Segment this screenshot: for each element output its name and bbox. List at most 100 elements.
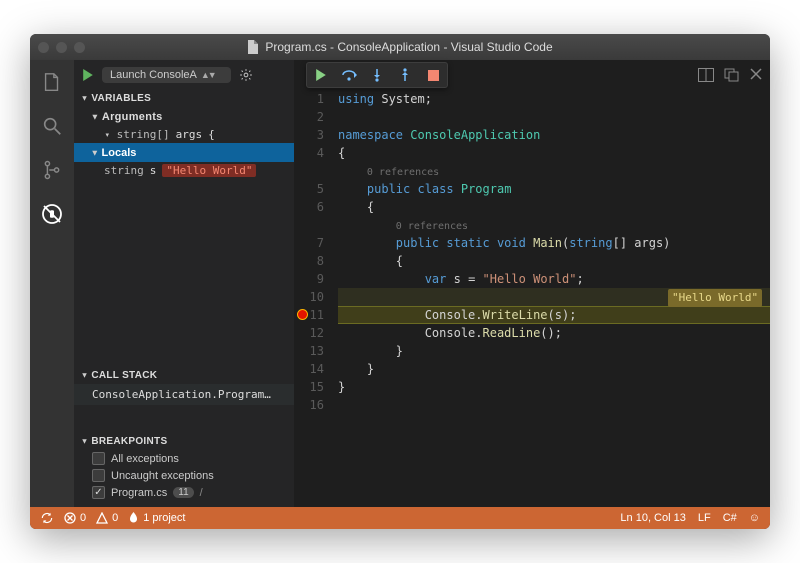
breakpoint-label: Uncaught exceptions [111, 470, 214, 482]
step-into-button[interactable] [363, 63, 391, 87]
checkbox-icon[interactable] [92, 469, 105, 482]
variable-row[interactable]: string s "Hello World" [74, 162, 294, 179]
code-line[interactable]: } [338, 342, 403, 360]
line-number[interactable]: 10 [294, 288, 324, 306]
breakpoint-path: / [200, 487, 203, 499]
code-line[interactable]: namespace ConsoleApplication [338, 126, 540, 144]
code-area[interactable]: 12345678910111213141516 "Hello World" us… [294, 90, 770, 507]
activity-bar [30, 60, 74, 507]
section-callstack-label: CALL STACK [91, 370, 157, 381]
variable-row[interactable]: ▾ string[] args { [74, 126, 294, 143]
step-over-button[interactable] [335, 63, 363, 87]
code-line[interactable]: { [338, 198, 374, 216]
line-number[interactable]: 5 [294, 180, 324, 198]
line-number[interactable]: 14 [294, 360, 324, 378]
explorer-icon[interactable] [40, 70, 64, 94]
source-control-icon[interactable] [40, 158, 64, 182]
code-line[interactable]: public static void Main(string[] args) [338, 234, 670, 252]
errors-status[interactable]: 0 [64, 512, 86, 524]
start-debug-button[interactable] [82, 69, 94, 81]
section-breakpoints[interactable]: ▾ BREAKPOINTS [74, 433, 294, 450]
minimize-window-icon[interactable] [56, 42, 67, 53]
line-number[interactable]: 13 [294, 342, 324, 360]
chevron-down-icon: ▾ [83, 437, 87, 446]
editor-actions [698, 68, 762, 82]
code-line[interactable]: Console.WriteLine(s); [338, 306, 576, 324]
line-number[interactable]: 15 [294, 378, 324, 396]
line-number[interactable]: 3 [294, 126, 324, 144]
search-icon[interactable] [40, 114, 64, 138]
continue-button[interactable] [307, 63, 335, 87]
checkbox-icon[interactable] [92, 486, 105, 499]
debug-icon[interactable] [40, 202, 64, 226]
more-actions-icon[interactable] [724, 68, 740, 82]
code-line[interactable]: public class Program [338, 180, 511, 198]
scope-locals[interactable]: ▾ Locals [74, 143, 294, 162]
code-line[interactable]: Console.ReadLine(); [338, 324, 562, 342]
breakpoint-row[interactable]: Uncaught exceptions [74, 467, 294, 484]
variable-name: s [150, 164, 157, 177]
scope-arguments-label: Arguments [102, 111, 163, 123]
chevron-down-icon: ▾ [83, 94, 87, 103]
stop-button[interactable] [419, 63, 447, 87]
section-variables-label: VARIABLES [91, 93, 151, 104]
line-number[interactable]: 6 [294, 198, 324, 216]
breakpoint-label: Program.cs [111, 487, 167, 499]
line-number[interactable]: 1 [294, 90, 324, 108]
breakpoint-dot-icon[interactable] [298, 310, 307, 319]
select-updown-icon: ▲▼ [201, 70, 215, 80]
line-number[interactable]: 9 [294, 270, 324, 288]
line-number[interactable]: 8 [294, 252, 324, 270]
variable-value: "Hello World" [162, 164, 256, 177]
close-window-icon[interactable] [38, 42, 49, 53]
checkbox-icon[interactable] [92, 452, 105, 465]
section-breakpoints-label: BREAKPOINTS [91, 436, 167, 447]
inline-value: "Hello World" [668, 289, 762, 307]
cursor-position[interactable]: Ln 10, Col 13 [620, 512, 685, 524]
code-line[interactable]: using System; [338, 90, 432, 108]
scope-arguments[interactable]: ▾ Arguments [74, 107, 294, 126]
breakpoint-row[interactable]: Program.cs 11 / [74, 484, 294, 501]
code-line[interactable]: { [338, 252, 403, 270]
code-line[interactable]: { [338, 144, 345, 162]
feedback-icon[interactable]: ☺ [749, 512, 760, 524]
launch-config-label: Launch ConsoleA [110, 69, 197, 81]
split-editor-icon[interactable] [698, 68, 714, 82]
breakpoint-row[interactable]: All exceptions [74, 450, 294, 467]
window-title: Program.cs - ConsoleApplication - Visual… [265, 40, 552, 54]
variable-type: string [104, 164, 144, 177]
step-out-button[interactable] [391, 63, 419, 87]
callstack-frame[interactable]: ConsoleApplication.Program... [74, 384, 294, 405]
variable-type: string[] [117, 128, 170, 141]
line-number[interactable] [294, 216, 324, 234]
section-variables[interactable]: ▾ VARIABLES [74, 90, 294, 107]
code-line[interactable]: } [338, 360, 374, 378]
error-count: 0 [80, 512, 86, 524]
zoom-window-icon[interactable] [74, 42, 85, 53]
editor: 12345678910111213141516 "Hello World" us… [294, 60, 770, 507]
code-line[interactable]: 0 references [338, 162, 439, 180]
code-line[interactable]: 0 references [338, 216, 468, 234]
launch-config-select[interactable]: Launch ConsoleA ▲▼ [102, 67, 231, 83]
close-icon[interactable] [750, 68, 762, 82]
line-number[interactable] [294, 162, 324, 180]
omnisharp-status[interactable]: 1 project [128, 512, 185, 525]
section-callstack[interactable]: ▾ CALL STACK [74, 367, 294, 384]
warnings-status[interactable]: 0 [96, 512, 118, 524]
line-number[interactable]: 12 [294, 324, 324, 342]
line-number[interactable]: 2 [294, 108, 324, 126]
sync-status[interactable] [40, 511, 54, 525]
gutter[interactable]: 12345678910111213141516 [294, 90, 338, 507]
language-status[interactable]: C# [723, 512, 737, 524]
code-lines[interactable]: "Hello World" using System; namespace Con… [338, 90, 770, 507]
gear-icon[interactable] [239, 68, 253, 82]
eol-status[interactable]: LF [698, 512, 711, 524]
chevron-down-icon: ▾ [93, 147, 97, 157]
line-number[interactable]: 7 [294, 234, 324, 252]
window-controls [38, 42, 85, 53]
line-number[interactable]: 16 [294, 396, 324, 414]
code-line[interactable]: var s = "Hello World"; [338, 270, 584, 288]
line-number[interactable]: 4 [294, 144, 324, 162]
scope-locals-label: Locals [102, 147, 137, 159]
code-line[interactable]: } [338, 378, 345, 396]
